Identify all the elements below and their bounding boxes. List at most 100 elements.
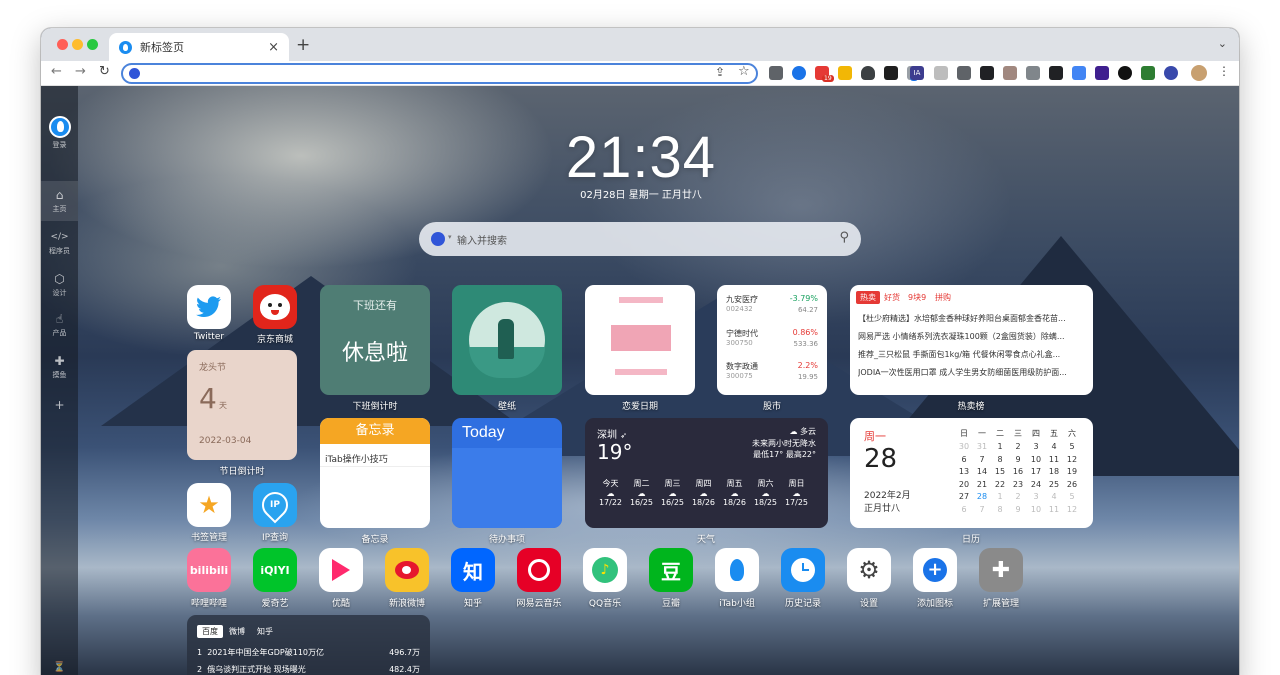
sidebar-item-product[interactable]: ☝ 产品 (41, 312, 78, 338)
stock-row[interactable]: 九安医疗 002432 -3.79% 64.27 (726, 294, 818, 314)
app-twitter[interactable] (187, 285, 231, 329)
extension-copy-icon[interactable] (934, 66, 948, 80)
list-item[interactable]: 2 俄乌谈判正式开始 现场曝光 482.4万 (197, 664, 420, 675)
sidebar-item-design[interactable]: ⬡ 设计 (41, 272, 78, 298)
extension-lock-icon[interactable] (980, 66, 994, 80)
extension-save-icon[interactable] (957, 66, 971, 80)
calendar-day-cell[interactable]: 4 (1045, 492, 1063, 501)
app-3[interactable] (319, 548, 363, 592)
baidu-paw-icon[interactable] (431, 232, 445, 246)
app-10[interactable] (781, 548, 825, 592)
calendar-day-cell[interactable]: 31 (973, 442, 991, 451)
tab-zhihu[interactable]: 知乎 (257, 626, 273, 637)
calendar-widget[interactable]: 周一 28 2022年2月 正月廿八 日一二三四五六 30 31 1 2 3 4 5 6 7 8 9 1… (850, 418, 1093, 528)
calendar-day-cell[interactable]: 8 (991, 505, 1009, 514)
calendar-day-cell[interactable]: 10 (1027, 505, 1045, 514)
extension-c-icon[interactable] (792, 66, 806, 80)
extension-dark-icon[interactable] (1049, 66, 1063, 80)
tab-new-tab[interactable]: 新标签页 × (109, 33, 289, 61)
extension-hexagon-icon[interactable] (1095, 66, 1109, 80)
calendar-day-cell[interactable]: 11 (1045, 505, 1063, 514)
calendar-day-cell[interactable]: 9 (1009, 455, 1027, 464)
extension-cookie-icon[interactable] (1003, 66, 1017, 80)
sidebar-item-programmer[interactable]: </> 程序员 (41, 230, 78, 256)
calendar-day-cell[interactable]: 22 (991, 480, 1009, 489)
login-button[interactable]: 登录 (41, 116, 78, 150)
festival-countdown-widget[interactable]: 龙头节 4 天 2022-03-04 (187, 350, 297, 460)
app-5[interactable]: 知 (451, 548, 495, 592)
calendar-day-cell[interactable]: 27 (955, 492, 973, 501)
app-13[interactable]: ✚ (979, 548, 1023, 592)
app-jd[interactable] (253, 285, 297, 329)
calendar-day-cell[interactable]: 10 (1027, 455, 1045, 464)
profile-avatar[interactable] (1191, 65, 1207, 81)
memo-item[interactable]: iTab操作小技巧 (325, 452, 388, 465)
extension-shield-icon[interactable] (861, 66, 875, 80)
offwork-countdown-widget[interactable]: 下班还有 休息啦 (320, 285, 430, 395)
extension-ia-icon[interactable]: IA (910, 66, 924, 80)
calendar-day-cell[interactable]: 11 (1045, 455, 1063, 464)
stock-row[interactable]: 宁德时代 300750 0.86% 533.36 (726, 328, 818, 348)
search-input[interactable]: 输入并搜索 (457, 232, 507, 247)
list-item[interactable]: 推荐_三只松鼠 手撕面包1kg/箱 代餐休闲零食点心礼盒... (858, 349, 1086, 360)
tab-weibo[interactable]: 微博 (229, 626, 245, 637)
stock-row[interactable]: 数字政通 300075 2.2% 19.95 (726, 361, 818, 381)
calendar-day-cell[interactable]: 1 (991, 492, 1009, 501)
calendar-day-cell[interactable]: 5 (1063, 442, 1081, 451)
app-bookmark-manager[interactable]: ★ (187, 483, 231, 527)
engine-dropdown-icon[interactable]: ▾ (448, 233, 452, 241)
minimize-window-button[interactable] (72, 39, 83, 50)
calendar-day-cell[interactable]: 13 (955, 467, 973, 476)
calendar-day-cell[interactable]: 8 (991, 455, 1009, 464)
app-9[interactable] (715, 548, 759, 592)
extension-list-icon[interactable] (1026, 66, 1040, 80)
reload-icon[interactable]: ↻ (99, 64, 110, 79)
calendar-day-cell[interactable]: 12 (1063, 505, 1081, 514)
calendar-day-cell[interactable]: 30 (955, 442, 973, 451)
calendar-day-cell[interactable]: 9 (1009, 505, 1027, 514)
calendar-day-cell[interactable]: 24 (1027, 480, 1045, 489)
app-4[interactable] (385, 548, 429, 592)
calendar-day-cell[interactable]: 20 (955, 480, 973, 489)
extension-g-icon[interactable] (884, 66, 898, 80)
app-12[interactable]: + (913, 548, 957, 592)
calendar-day-cell[interactable]: 15 (991, 467, 1009, 476)
calendar-day-cell[interactable]: 23 (1009, 480, 1027, 489)
address-bar[interactable] (121, 63, 758, 84)
list-item[interactable]: 网易严选 小情绪系列洗衣凝珠100颗（2盒囤货装）除螨... (858, 331, 1086, 342)
app-11[interactable]: ⚙ (847, 548, 891, 592)
app-6[interactable] (517, 548, 561, 592)
tab-search-chevron-icon[interactable]: ⌄ (1218, 37, 1227, 50)
tab-9-9[interactable]: 9块9 (908, 292, 926, 303)
extension-bookmark-icon[interactable] (838, 66, 852, 80)
weather-widget[interactable]: 深圳 ➶ 19° ☁ 多云 未来两小时无降水 最低17° 最高22° 今天 ☁ 17… (585, 418, 828, 528)
list-item[interactable]: JODIA一次性医用口罩 成人学生男女防细菌医用级防护面... (858, 367, 1086, 378)
sidebar-add-button[interactable]: + (41, 398, 78, 412)
sidebar-item-home[interactable]: ⌂ 主页 (41, 188, 78, 214)
calendar-day-cell[interactable]: 26 (1063, 480, 1081, 489)
todo-widget[interactable]: Today (452, 418, 562, 528)
extension-scissors-icon[interactable] (1072, 66, 1086, 80)
back-arrow-icon[interactable]: ← (51, 64, 62, 79)
tab-close-icon[interactable]: × (268, 40, 279, 55)
list-item[interactable]: 【杜少府精选】水培郁金香种球好养阳台桌面郁金香花苗... (858, 313, 1086, 324)
calendar-day-cell[interactable]: 16 (1009, 467, 1027, 476)
calendar-day-cell[interactable]: 4 (1045, 442, 1063, 451)
forward-arrow-icon[interactable]: → (75, 64, 86, 79)
calendar-day-cell[interactable]: 3 (1027, 442, 1045, 451)
extension-tabs-icon[interactable] (769, 66, 783, 80)
new-tab-button[interactable]: + (296, 35, 310, 55)
calendar-day-cell[interactable]: 28 (973, 492, 991, 501)
wallpaper-widget[interactable] (452, 285, 562, 395)
search-icon[interactable]: ⚲ (839, 230, 849, 245)
maximize-window-button[interactable] (87, 39, 98, 50)
app-ip-lookup[interactable]: IP (253, 483, 297, 527)
close-window-button[interactable] (57, 39, 68, 50)
calendar-day-cell[interactable]: 6 (955, 455, 973, 464)
calendar-day-cell[interactable]: 7 (973, 455, 991, 464)
calendar-day-cell[interactable]: 5 (1063, 492, 1081, 501)
extension-moon-icon[interactable] (1118, 66, 1132, 80)
app-8[interactable]: 豆 (649, 548, 693, 592)
sidebar-settings-button[interactable]: ⏳ (41, 661, 78, 675)
calendar-day-cell[interactable]: 18 (1045, 467, 1063, 476)
